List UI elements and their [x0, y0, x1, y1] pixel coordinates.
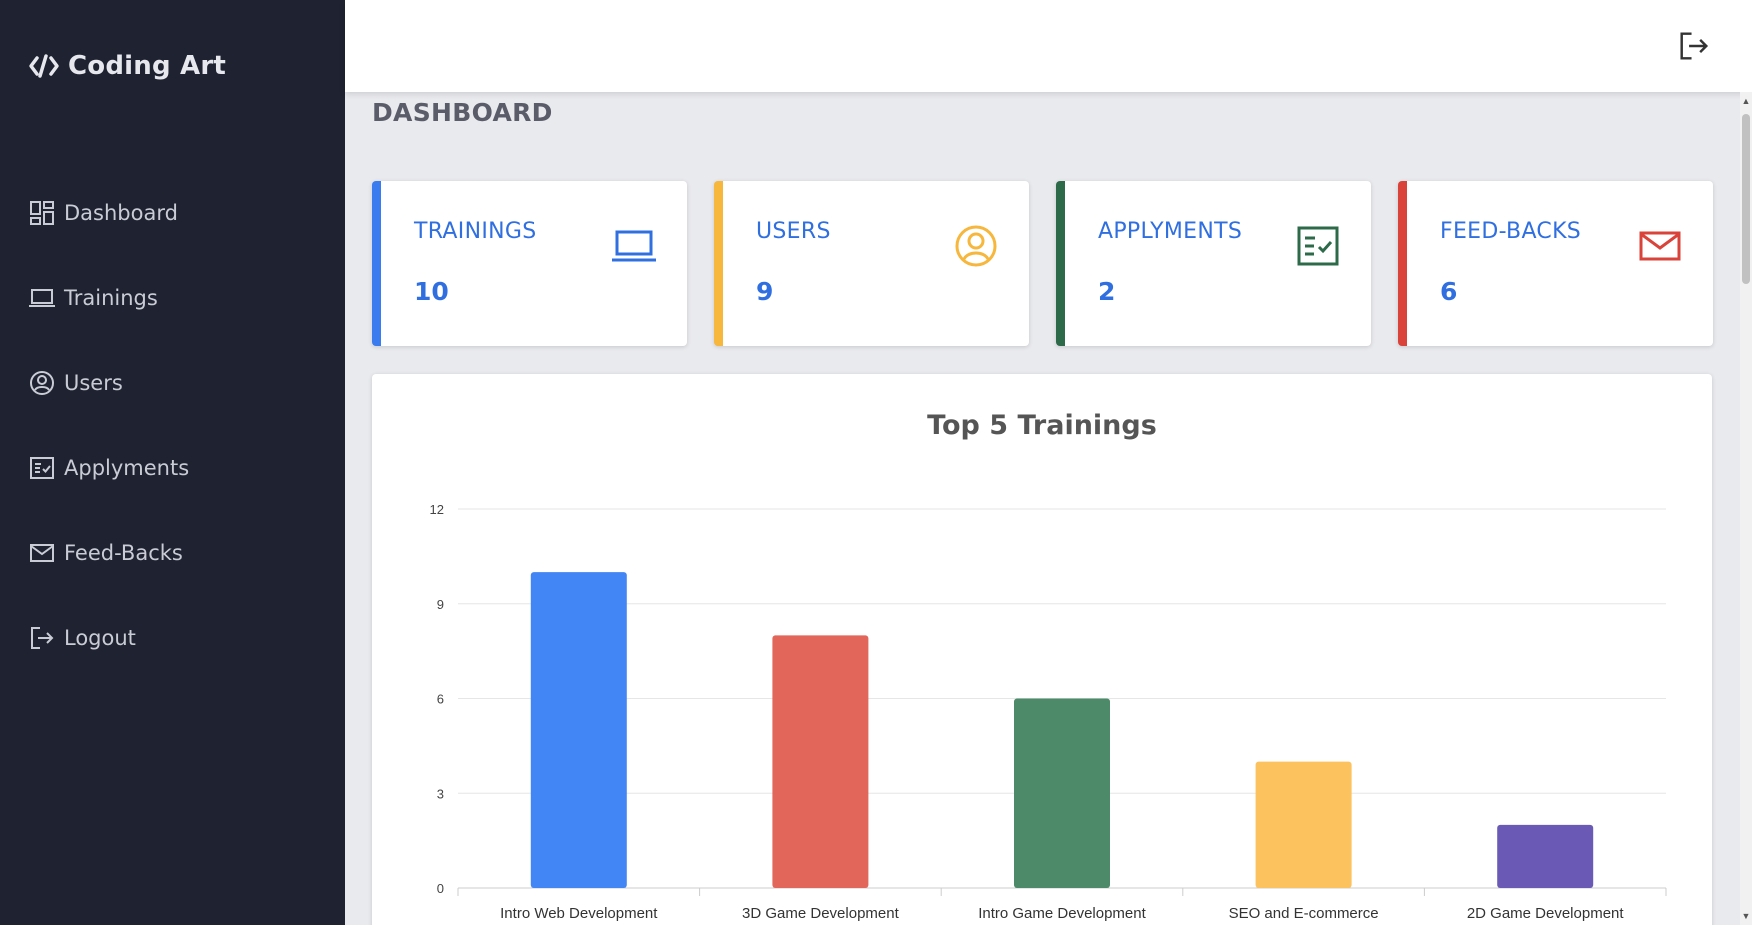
card-label: TRAININGS	[414, 219, 537, 244]
user-circle-icon	[28, 369, 56, 397]
sidebar-item-logout[interactable]: Logout	[0, 595, 345, 680]
y-tick-label: 9	[437, 597, 444, 612]
scroll-down-arrow[interactable]: ▼	[1740, 909, 1752, 923]
logout-icon	[1680, 32, 1709, 60]
bar[interactable]	[1014, 698, 1110, 889]
sidebar-item-feed-backs[interactable]: Feed-Backs	[0, 510, 345, 595]
card-value: 2	[1098, 277, 1116, 306]
y-tick-label: 0	[437, 881, 444, 896]
sidebar-nav: Dashboard Trainings Users Applyments Fee…	[0, 170, 345, 680]
sidebar-item-trainings[interactable]: Trainings	[0, 255, 345, 340]
x-tick-label: Intro Game Development	[978, 905, 1146, 922]
code-slash-icon	[29, 54, 59, 78]
card-label: USERS	[756, 219, 831, 244]
top-bar	[345, 0, 1752, 92]
bar[interactable]	[1255, 761, 1352, 888]
card-value: 9	[756, 277, 774, 306]
dashboard-grid-icon	[28, 199, 56, 227]
page-title: DASHBOARD	[372, 98, 553, 127]
x-tick-label: 3D Game Development	[742, 905, 900, 922]
card-label: FEED-BACKS	[1440, 219, 1582, 244]
laptop-icon	[612, 230, 656, 262]
checklist-icon	[28, 454, 56, 482]
sidebar-item-users[interactable]: Users	[0, 340, 345, 425]
stat-card-trainings[interactable]: TRAININGS 10	[372, 181, 687, 346]
card-value: 6	[1440, 277, 1458, 306]
scroll-thumb[interactable]	[1742, 114, 1750, 284]
x-tick-label: Intro Web Development	[500, 905, 658, 922]
card-label: APPLYMENTS	[1098, 219, 1243, 244]
brand-name: Coding Art	[68, 51, 227, 81]
y-tick-label: 6	[437, 692, 444, 707]
y-tick-label: 3	[437, 786, 444, 801]
y-tick-label: 12	[430, 502, 444, 517]
stat-card-users[interactable]: USERS 9	[714, 181, 1029, 346]
scrollbar[interactable]: ▲ ▼	[1740, 92, 1752, 925]
card-value: 10	[414, 277, 449, 306]
x-tick-label: SEO and E-commerce	[1229, 905, 1379, 922]
sidebar-item-label: Logout	[64, 625, 136, 650]
sidebar-item-applyments[interactable]: Applyments	[0, 425, 345, 510]
scroll-up-arrow[interactable]: ▲	[1740, 94, 1752, 108]
checklist-icon	[1297, 226, 1339, 266]
envelope-icon	[1639, 231, 1681, 261]
chart-card: Top 5 Trainings 0 3 6 9 12 Intro Web Developm…	[372, 374, 1712, 925]
sidebar-item-label: Users	[64, 370, 123, 395]
bar-chart: 0 3 6 9 12 Intro Web Development 3D Game Devel…	[430, 502, 1667, 922]
sidebar: Coding Art Dashboard Trainings Users App…	[0, 0, 345, 925]
logout-button[interactable]	[1678, 30, 1710, 62]
stat-card-feed-backs[interactable]: FEED-BACKS 6	[1398, 181, 1713, 346]
sidebar-item-label: Trainings	[64, 285, 158, 310]
brand-logo[interactable]: Coding Art	[28, 50, 226, 82]
sidebar-item-label: Applyments	[64, 455, 190, 480]
envelope-icon	[28, 539, 56, 567]
bar[interactable]	[530, 572, 627, 888]
sidebar-item-label: Feed-Backs	[64, 540, 183, 565]
user-circle-icon	[955, 225, 997, 267]
stat-card-applyments[interactable]: APPLYMENTS 2	[1056, 181, 1371, 346]
laptop-icon	[28, 284, 56, 312]
x-tick-label: 2D Game Development	[1467, 905, 1625, 922]
sidebar-item-dashboard[interactable]: Dashboard	[0, 170, 345, 255]
bar[interactable]	[772, 635, 869, 888]
bar[interactable]	[1497, 824, 1594, 888]
sidebar-item-label: Dashboard	[64, 200, 178, 225]
logout-icon	[28, 624, 56, 652]
